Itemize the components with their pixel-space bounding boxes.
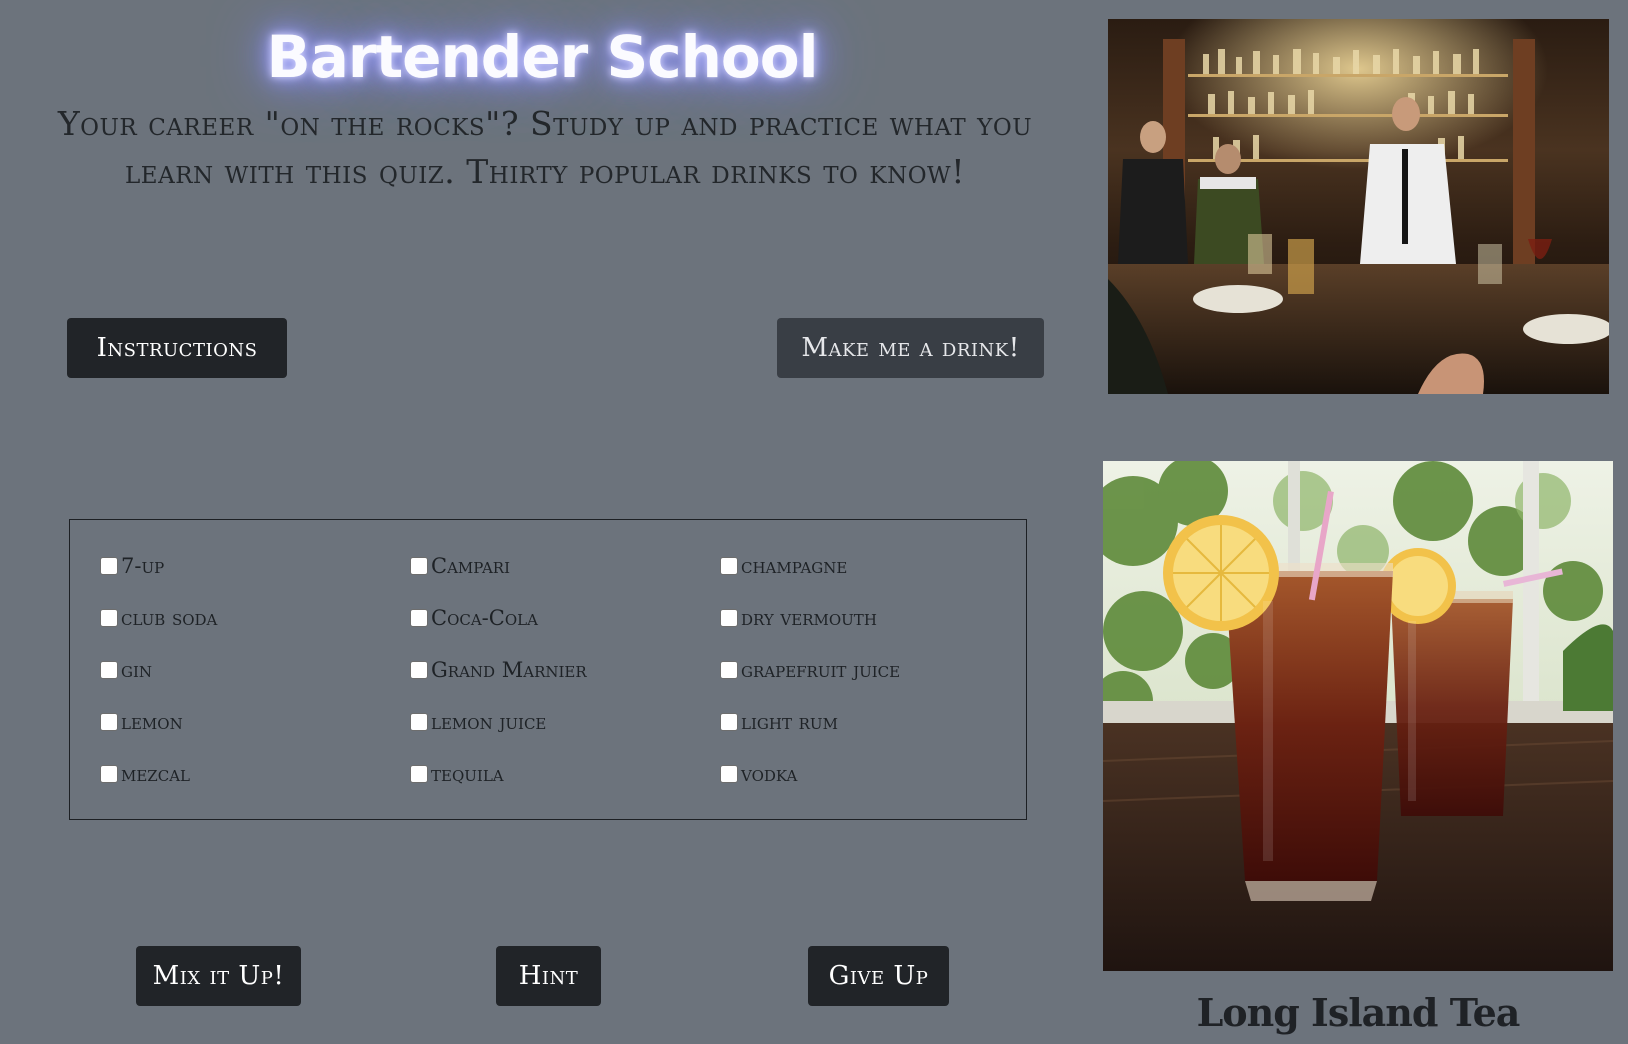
ingredient-label: tequila: [431, 762, 504, 786]
ingredient-option[interactable]: lemon juice: [410, 710, 546, 734]
long-island-tea-image: [1103, 461, 1613, 971]
page-subtitle: Your career "on the rocks"? Study up and…: [57, 104, 1033, 191]
ingredient-label: dry vermouth: [741, 606, 877, 630]
ingredient-label: 7-up: [121, 554, 165, 578]
ingredient-option[interactable]: club soda: [100, 606, 217, 630]
ingredient-option[interactable]: dry vermouth: [720, 606, 877, 630]
ingredient-option[interactable]: tequila: [410, 762, 504, 786]
ingredient-label: club soda: [121, 606, 218, 630]
ingredient-label: champagne: [741, 554, 848, 578]
ingredient-option[interactable]: gin: [100, 658, 152, 682]
ingredient-checkbox[interactable]: [410, 557, 428, 575]
ingredient-label: Campari: [431, 554, 511, 578]
drink-photo: [1103, 461, 1613, 971]
give-up-button[interactable]: Give Up: [808, 946, 949, 1006]
ingredient-checkbox[interactable]: [100, 765, 118, 783]
bar-photo: [1108, 19, 1609, 394]
ingredient-label: lemon: [121, 710, 183, 734]
ingredient-option[interactable]: light rum: [720, 710, 838, 734]
ingredient-label: grapefruit juice: [741, 658, 901, 682]
ingredient-checkbox[interactable]: [100, 661, 118, 679]
mix-it-up-button[interactable]: Mix it Up!: [136, 946, 301, 1006]
ingredient-checkbox[interactable]: [720, 609, 738, 627]
ingredient-option[interactable]: Grand Marnier: [410, 658, 587, 682]
ingredient-checkbox[interactable]: [720, 557, 738, 575]
ingredient-label: gin: [121, 658, 153, 682]
instructions-button[interactable]: Instructions: [67, 318, 287, 378]
page-title: Bartender School: [266, 23, 819, 91]
ingredient-option[interactable]: Coca-Cola: [410, 606, 538, 630]
ingredient-checkbox[interactable]: [720, 765, 738, 783]
ingredient-checkbox[interactable]: [720, 713, 738, 731]
ingredient-checkbox[interactable]: [410, 713, 428, 731]
ingredient-label: vodka: [741, 762, 798, 786]
ingredient-option[interactable]: grapefruit juice: [720, 658, 900, 682]
make-drink-button[interactable]: Make me a drink!: [777, 318, 1044, 378]
ingredient-checkbox[interactable]: [410, 661, 428, 679]
ingredient-option[interactable]: champagne: [720, 554, 847, 578]
ingredient-checklist: 7-up Campari champagne club soda Coca-Co…: [69, 519, 1027, 820]
ingredient-option[interactable]: vodka: [720, 762, 797, 786]
ingredient-option[interactable]: 7-up: [100, 554, 164, 578]
drink-name: Long Island Tea: [1196, 990, 1521, 1035]
ingredient-checkbox[interactable]: [100, 557, 118, 575]
ingredient-label: Coca-Cola: [431, 606, 538, 630]
ingredient-label: lemon juice: [431, 710, 547, 734]
ingredient-option[interactable]: Campari: [410, 554, 510, 578]
ingredient-label: light rum: [741, 710, 838, 734]
ingredient-option[interactable]: lemon: [100, 710, 183, 734]
ingredient-option[interactable]: mezcal: [100, 762, 190, 786]
ingredient-checkbox[interactable]: [410, 609, 428, 627]
ingredient-label: mezcal: [121, 762, 191, 786]
hint-button[interactable]: Hint: [496, 946, 601, 1006]
ingredient-checkbox[interactable]: [410, 765, 428, 783]
ingredient-label: Grand Marnier: [431, 658, 587, 682]
ingredient-checkbox[interactable]: [100, 713, 118, 731]
ingredient-checkbox[interactable]: [100, 609, 118, 627]
bar-photo-image: [1108, 19, 1609, 394]
ingredient-checkbox[interactable]: [720, 661, 738, 679]
